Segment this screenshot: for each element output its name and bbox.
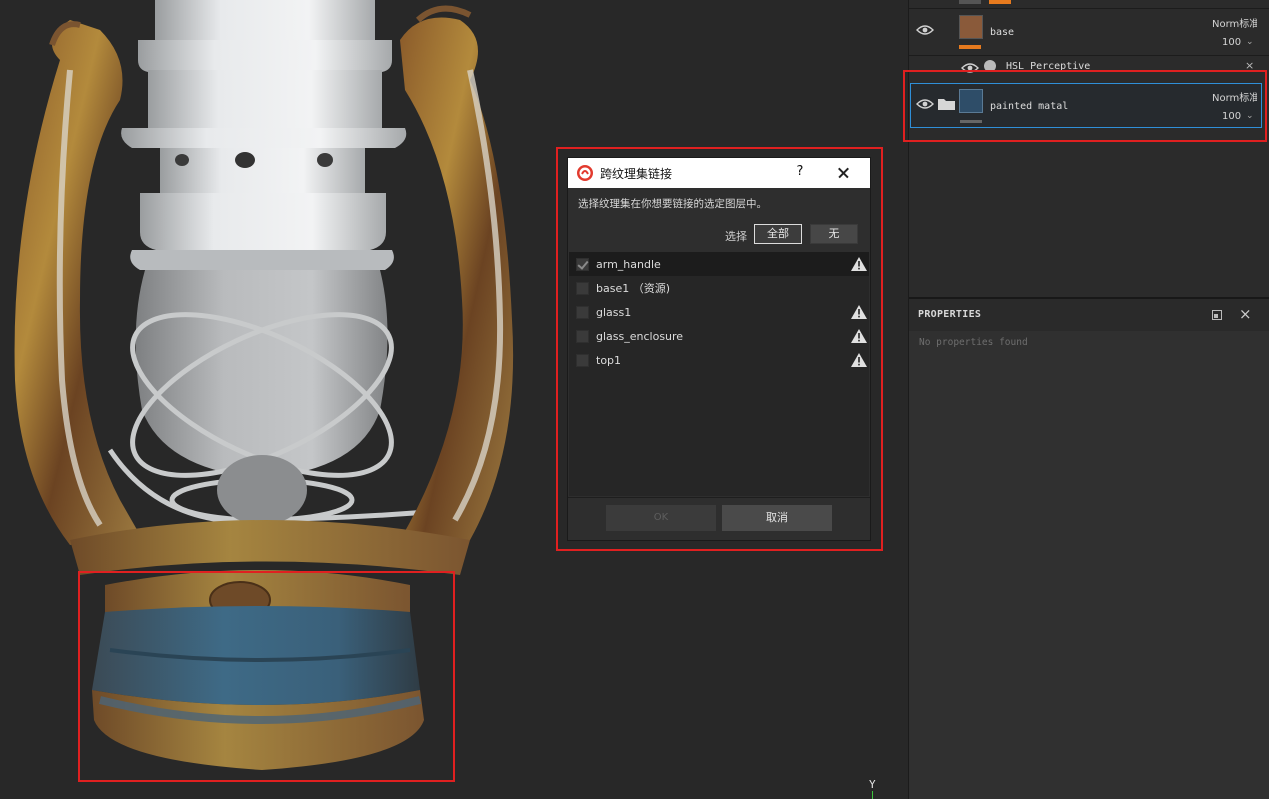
texture-set-list: arm_handle base1 （资源) glass1 glass_enclo… — [569, 252, 869, 496]
layers-empty-area — [909, 143, 1269, 297]
warning-icon — [851, 257, 867, 271]
checkbox[interactable] — [576, 329, 589, 343]
layer-mask-indicator — [960, 120, 982, 123]
texture-set-item-top1[interactable]: top1 — [569, 348, 869, 372]
texture-set-item-base1[interactable]: base1 （资源) — [569, 276, 869, 300]
properties-header: PROPERTIES × — [909, 299, 1269, 331]
layer-opacity[interactable]: 100 — [1222, 111, 1241, 122]
checkbox[interactable] — [576, 281, 589, 295]
warning-icon — [851, 305, 867, 319]
folder-icon — [938, 99, 955, 110]
layer-row-base[interactable]: base Norm标准 100 ⌄ — [909, 9, 1269, 55]
texture-set-name: glass1 — [596, 305, 632, 319]
layer-thumbnail — [959, 89, 983, 113]
effect-row-hsl[interactable]: HSL Perceptive × — [909, 56, 1269, 78]
help-button[interactable]: ? — [790, 164, 810, 179]
select-all-button[interactable]: 全部 — [754, 224, 802, 244]
previous-layer-remnant — [959, 0, 981, 4]
dialog-description: 选择纹理集在你想要链接的选定图层中。 — [578, 198, 767, 210]
properties-title: PROPERTIES — [918, 309, 982, 320]
axis-gizmo: Y — [866, 778, 880, 799]
layer-row-painted-metal[interactable]: painted matal Norm标准 100 ⌄ — [910, 83, 1262, 128]
checkbox[interactable] — [576, 353, 589, 367]
eye-icon[interactable] — [916, 24, 934, 36]
layer-name: base — [990, 27, 1015, 38]
warning-icon — [851, 353, 867, 367]
layer-thumbnail — [959, 15, 983, 39]
close-icon[interactable]: × — [1245, 59, 1254, 72]
chevron-down-icon[interactable]: ⌄ — [1246, 111, 1254, 121]
float-panel-icon[interactable] — [1212, 310, 1222, 320]
texture-set-item-arm-handle[interactable]: arm_handle — [569, 252, 869, 276]
blend-mode[interactable]: Norm标准 — [1212, 15, 1257, 30]
select-none-button[interactable]: 无 — [810, 224, 858, 244]
cross-texture-set-link-dialog: 跨纹理集链接 ? 选择纹理集在你想要链接的选定图层中。 选择 全部 无 arm_… — [568, 158, 870, 540]
dialog-title: 跨纹理集链接 — [600, 166, 673, 181]
texture-set-name: base1 （资源) — [596, 282, 671, 295]
texture-set-name: arm_handle — [596, 257, 661, 271]
ok-button[interactable]: OK — [606, 505, 716, 531]
checkbox[interactable] — [576, 305, 589, 319]
cancel-button[interactable]: 取消 — [722, 505, 832, 531]
dialog-titlebar: 跨纹理集链接 ? — [568, 158, 870, 188]
selection-row: 选择 全部 无 — [568, 224, 870, 246]
eye-icon[interactable] — [916, 98, 934, 110]
texture-set-item-glass1[interactable]: glass1 — [569, 300, 869, 324]
blend-mode[interactable]: Norm标准 — [1212, 89, 1257, 104]
checkbox[interactable] — [576, 257, 589, 271]
painter-logo-icon — [577, 165, 593, 181]
warning-icon — [851, 329, 867, 343]
texture-set-item-glass-enclosure[interactable]: glass_enclosure — [569, 324, 869, 348]
axis-y-line — [872, 791, 873, 799]
chevron-down-icon[interactable]: ⌄ — [1246, 37, 1254, 47]
texture-set-name: top1 — [596, 353, 622, 367]
select-label: 选择 — [725, 230, 747, 243]
dialog-footer: OK 取消 — [568, 497, 870, 541]
axis-y-label: Y — [869, 778, 876, 791]
layer-name: painted matal — [990, 101, 1069, 112]
eye-icon[interactable] — [961, 62, 979, 74]
filter-icon — [984, 60, 996, 72]
layers-panel: base Norm标准 100 ⌄ HSL Perceptive × paint… — [903, 0, 1269, 799]
close-icon[interactable] — [832, 162, 856, 184]
properties-body: No properties found — [909, 331, 1269, 799]
layer-color-accent — [959, 45, 981, 49]
effect-name: HSL Perceptive — [1006, 61, 1091, 72]
close-icon[interactable]: × — [1239, 305, 1252, 323]
properties-empty-text: No properties found — [919, 337, 1028, 348]
layer-opacity[interactable]: 100 — [1222, 37, 1241, 48]
previous-layer-accent — [989, 0, 1011, 4]
texture-set-name: glass_enclosure — [596, 329, 684, 343]
